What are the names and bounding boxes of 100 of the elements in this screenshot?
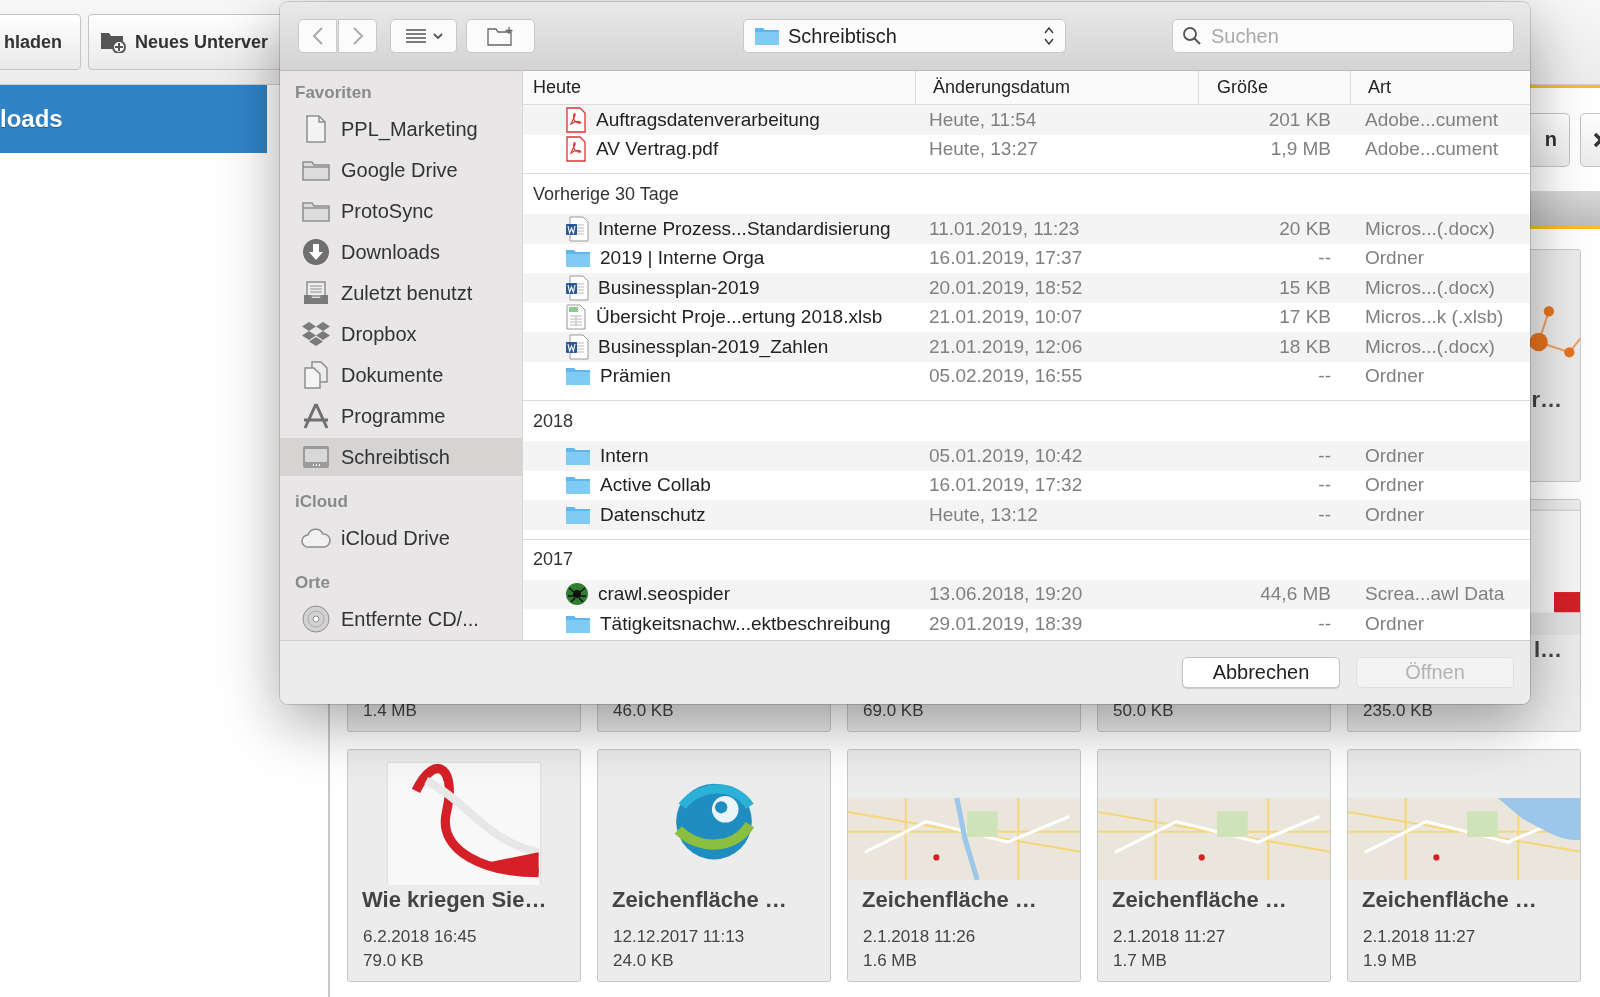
- view-button[interactable]: [390, 19, 457, 53]
- documents-icon: [303, 361, 329, 389]
- column-header[interactable]: Heute: [533, 77, 582, 98]
- sidebar-item[interactable]: Google Drive: [280, 151, 522, 189]
- file-card[interactable]: Zeichenfläche … 2.1.2018 11:27 1.9 MB: [1347, 749, 1581, 982]
- sidebar-label: Downloads: [341, 240, 440, 264]
- file-name[interactable]: 2019 | Interne Orga: [600, 247, 765, 270]
- size-cell: 18 KB: [1279, 335, 1331, 358]
- disc-icon: [302, 605, 330, 633]
- file-name[interactable]: Auftragsdatenverarbeitung: [596, 108, 820, 131]
- file-name[interactable]: Tätigkeitsnachw...ektbeschreibung: [600, 612, 891, 635]
- file-name[interactable]: Datenschutz: [600, 503, 706, 526]
- size-cell: 15 KB: [1279, 276, 1331, 299]
- file-card[interactable]: Zeichenfläche … 2.1.2018 11:27 1.7 MB: [1097, 749, 1331, 982]
- add-folder-icon: [100, 31, 126, 53]
- size-cell: --: [1318, 365, 1331, 388]
- column-header[interactable]: Größe: [1217, 77, 1268, 98]
- card-date: 12.12.2017 11:13: [613, 927, 745, 946]
- tray-icon: [303, 280, 329, 306]
- date-cell: Heute, 13:12: [929, 503, 1038, 526]
- search-field[interactable]: Suchen: [1172, 19, 1514, 53]
- download-icon: [302, 238, 330, 266]
- date-cell: Heute, 13:27: [929, 138, 1038, 161]
- date-cell: 29.01.2019, 18:39: [929, 612, 1083, 635]
- file-name[interactable]: AV Vertrag.pdf: [596, 138, 719, 161]
- sidebar-label: iCloud Drive: [341, 526, 450, 550]
- card-size: 1.6 MB: [863, 951, 917, 970]
- file-card[interactable]: Zeichenfläche … 12.12.2017 11:13 24.0 KB: [597, 749, 831, 982]
- kind-cell: Ordner: [1365, 503, 1425, 526]
- card-size: 24.0 KB: [613, 951, 674, 970]
- sidebar-label: Google Drive: [341, 158, 458, 182]
- column-header[interactable]: Änderungsdatum: [933, 77, 1071, 98]
- desktop-icon: [302, 445, 330, 469]
- file-name[interactable]: crawl.seospider: [598, 583, 730, 606]
- sidebar-item[interactable]: Programme: [280, 397, 522, 435]
- chevron-left-icon: [311, 26, 324, 46]
- card-date: 6.2.2018 16:45: [363, 927, 477, 946]
- sidebar-label: Programme: [341, 404, 446, 428]
- column-header[interactable]: Art: [1368, 77, 1391, 98]
- sidebar-heading: Favoriten: [294, 82, 373, 104]
- sidebar-item[interactable]: Entfernte CD/...: [280, 600, 522, 638]
- sidebar-label: Entfernte CD/...: [341, 607, 479, 631]
- card-date: 2.1.2018 11:27: [1363, 927, 1476, 946]
- kind-cell: Ordner: [1365, 365, 1425, 388]
- sidebar-item[interactable]: ProtoSync: [280, 192, 522, 230]
- file-name[interactable]: Intern: [600, 444, 649, 467]
- size-cell: 17 KB: [1279, 306, 1331, 329]
- sidebar-heading: Orte: [294, 572, 331, 594]
- sidebar-label: Dokumente: [341, 363, 444, 387]
- card-size: 79.0 KB: [363, 951, 424, 970]
- kind-cell: Ordner: [1365, 247, 1425, 270]
- sidebar-item[interactable]: Dropbox: [280, 315, 522, 353]
- section-banner: loads: [0, 85, 267, 153]
- sidebar-label: Dropbox: [341, 322, 417, 346]
- sidebar-item[interactable]: PPL_Marketing: [280, 110, 522, 148]
- file-name[interactable]: Active Collab: [600, 474, 711, 497]
- kind-cell: Screa...awl Data: [1365, 583, 1505, 606]
- size-cell: --: [1318, 444, 1331, 467]
- add-folder-icon: [486, 26, 515, 46]
- sidebar-label: PPL_Marketing: [341, 117, 478, 141]
- size-cell: 1,9 MB: [1270, 138, 1331, 161]
- chevron-right-icon: [351, 26, 364, 46]
- file-card[interactable]: Zeichenfläche … 2.1.2018 11:26 1.6 MB: [847, 749, 1081, 982]
- file-name[interactable]: Prämien: [600, 365, 671, 388]
- group-heading: 2018: [533, 410, 574, 432]
- card-size: 1.4 MB: [363, 701, 417, 720]
- kind-cell: Ordner: [1365, 612, 1425, 635]
- kind-cell: Micros...(.docx): [1365, 276, 1495, 299]
- sidebar-item[interactable]: Schreibtisch: [280, 438, 522, 476]
- date-cell: 20.01.2019, 18:52: [929, 276, 1083, 299]
- sidebar-item[interactable]: Zuletzt benutzt: [280, 274, 522, 312]
- date-cell: 16.01.2019, 17:37: [929, 247, 1083, 270]
- folder-icon: [565, 475, 591, 496]
- card-title: Zeichenfläche …: [1362, 887, 1537, 912]
- search-icon: [1182, 26, 1202, 46]
- folder-icon: [565, 248, 591, 269]
- date-cell: 11.01.2019, 11:23: [929, 217, 1080, 240]
- date-cell: 13.06.2018, 19:20: [929, 583, 1083, 606]
- group-heading: Vorherige 30 Tage: [533, 183, 679, 205]
- card-size: 1.9 MB: [1363, 951, 1417, 970]
- file-name[interactable]: Businessplan-2019: [598, 276, 760, 299]
- sidebar-item[interactable]: Dokumente: [280, 356, 522, 394]
- folder-icon: [565, 504, 591, 525]
- folder-icon: [302, 159, 330, 181]
- sidebar-item[interactable]: Downloads: [280, 233, 522, 271]
- card-date: 2.1.2018 11:27: [1113, 927, 1226, 946]
- size-cell: --: [1318, 612, 1331, 635]
- new-folder-button[interactable]: [466, 19, 535, 53]
- dialog-button[interactable]: Abbrechen: [1182, 657, 1340, 688]
- file-name[interactable]: Interne Prozess...Standardisierung: [598, 217, 891, 240]
- file-name[interactable]: Übersicht Proje...ertung 2018.xlsb: [596, 306, 883, 329]
- file-card[interactable]: Wie kriegen Sie… 6.2.2018 16:45 79.0 KB: [347, 749, 581, 982]
- sidebar-item[interactable]: iCloud Drive: [280, 519, 522, 557]
- location-popup[interactable]: Schreibtisch: [743, 19, 1066, 53]
- group-heading: 2017: [533, 549, 574, 570]
- cloud-icon: [301, 528, 331, 548]
- file-name[interactable]: Businessplan-2019_Zahlen: [598, 335, 829, 358]
- kind-cell: Ordner: [1365, 474, 1425, 497]
- toolbar-button[interactable]: hladen: [0, 14, 81, 70]
- date-cell: 21.01.2019, 12:06: [929, 335, 1083, 358]
